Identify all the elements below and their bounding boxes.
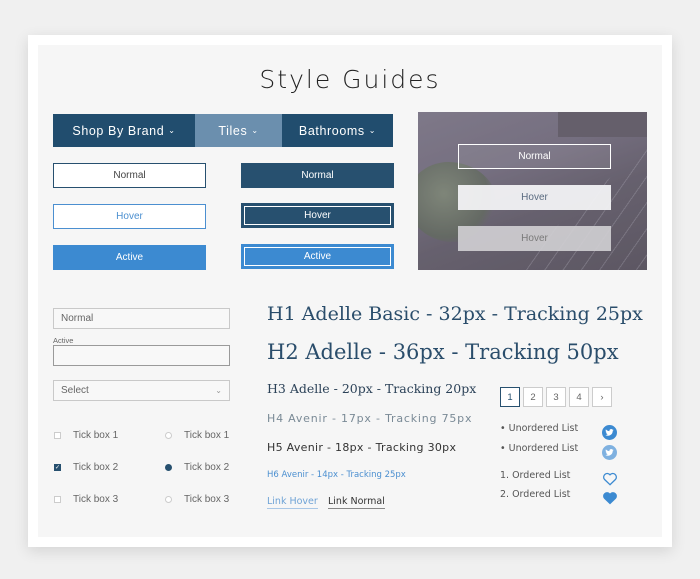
- button-label: Hover: [244, 206, 391, 225]
- nav-item-bathrooms[interactable]: Bathrooms ⌄: [282, 114, 393, 147]
- page-button-3[interactable]: 3: [546, 387, 566, 407]
- nav-item-label: Bathrooms: [298, 123, 365, 138]
- heart-filled-icon[interactable]: [602, 491, 618, 505]
- checkbox-1[interactable]: Tick box 1: [54, 430, 118, 441]
- style-guide-panel: Style Guides Shop By Brand ⌄ Tiles ⌄ Bat…: [38, 45, 662, 537]
- checkbox-icon: [54, 496, 61, 503]
- ordered-list-item: 2. Ordered List: [500, 489, 571, 500]
- normal-input[interactable]: Normal: [53, 308, 230, 329]
- heading-h2-sample: H2 Adelle - 36px - Tracking 50px: [267, 340, 619, 364]
- button-label: Active: [244, 247, 391, 266]
- chevron-down-icon: ⌄: [368, 126, 377, 135]
- filled-button-active[interactable]: Active: [241, 244, 394, 269]
- page-button-2[interactable]: 2: [523, 387, 543, 407]
- heading-h4-sample: H4 Avenir - 17px - Tracking 75px: [267, 412, 473, 425]
- nav-bar: Shop By Brand ⌄ Tiles ⌄ Bathrooms ⌄: [53, 114, 393, 147]
- pagination: 1 2 3 4 ›: [500, 387, 612, 407]
- next-page-button[interactable]: ›: [592, 387, 612, 407]
- radio-2[interactable]: Tick box 2: [165, 462, 229, 473]
- page-button-1[interactable]: 1: [500, 387, 520, 407]
- outline-button-normal[interactable]: Normal: [53, 163, 206, 188]
- radio-1[interactable]: Tick box 1: [165, 430, 229, 441]
- checkbox-icon: [54, 432, 61, 439]
- nav-item-tiles[interactable]: Tiles ⌄: [195, 114, 282, 147]
- heart-outline-icon[interactable]: [602, 472, 618, 486]
- radio-label: Tick box 3: [184, 494, 230, 505]
- active-input[interactable]: [53, 345, 230, 366]
- checkbox-label: Tick box 2: [73, 462, 119, 473]
- ghost-button-hover-alt[interactable]: Hover: [458, 226, 611, 251]
- chevron-down-icon: ⌄: [215, 386, 222, 395]
- checkbox-3[interactable]: Tick box 3: [54, 494, 118, 505]
- checkbox-label: Tick box 1: [73, 430, 119, 441]
- ordered-list-item: 1. Ordered List: [500, 470, 571, 481]
- filled-button-hover[interactable]: Hover: [241, 203, 394, 228]
- radio-selected-icon: [165, 464, 172, 471]
- heading-h3-sample: H3 Adelle - 20px - Tracking 20px: [267, 381, 477, 396]
- outline-button-active[interactable]: Active: [53, 245, 206, 270]
- radio-label: Tick box 1: [184, 430, 230, 441]
- page-button-4[interactable]: 4: [569, 387, 589, 407]
- ghost-button-hover[interactable]: Hover: [458, 185, 611, 210]
- twitter-icon[interactable]: [602, 425, 617, 440]
- radio-label: Tick box 2: [184, 462, 230, 473]
- checkbox-2[interactable]: ✓ Tick box 2: [54, 462, 118, 473]
- checkbox-checked-icon: ✓: [54, 464, 61, 471]
- heading-h1-sample: H1 Adelle Basic - 32px - Tracking 25px: [267, 303, 643, 325]
- outline-button-hover[interactable]: Hover: [53, 204, 206, 229]
- nav-item-shop-by-brand[interactable]: Shop By Brand ⌄: [53, 114, 195, 147]
- unordered-list-item: • Unordered List: [500, 423, 579, 434]
- radio-3[interactable]: Tick box 3: [165, 494, 229, 505]
- select-dropdown[interactable]: Select ⌄: [53, 380, 230, 401]
- style-guide-frame: Style Guides Shop By Brand ⌄ Tiles ⌄ Bat…: [28, 35, 672, 547]
- page-title: Style Guides: [259, 65, 441, 94]
- ghost-button-normal[interactable]: Normal: [458, 144, 611, 169]
- photo-background: Normal Hover Hover: [418, 112, 647, 270]
- radio-icon: [165, 432, 172, 439]
- active-input-label: Active: [53, 336, 74, 345]
- twitter-icon[interactable]: [602, 445, 617, 460]
- link-hover[interactable]: Link Hover: [267, 496, 318, 509]
- filled-button-normal[interactable]: Normal: [241, 163, 394, 188]
- select-value: Select: [61, 385, 89, 396]
- heading-h6-sample: H6 Avenir - 14px - Tracking 25px: [267, 470, 406, 480]
- nav-item-label: Tiles: [218, 123, 248, 138]
- link-normal[interactable]: Link Normal: [328, 496, 385, 509]
- heading-h5-sample: H5 Avenir - 18px - Tracking 30px: [267, 441, 457, 454]
- chevron-down-icon: ⌄: [251, 126, 259, 135]
- chevron-down-icon: ⌄: [168, 126, 176, 135]
- nav-item-label: Shop By Brand: [72, 123, 165, 138]
- radio-icon: [165, 496, 172, 503]
- checkbox-label: Tick box 3: [73, 494, 119, 505]
- unordered-list-item: • Unordered List: [500, 443, 579, 454]
